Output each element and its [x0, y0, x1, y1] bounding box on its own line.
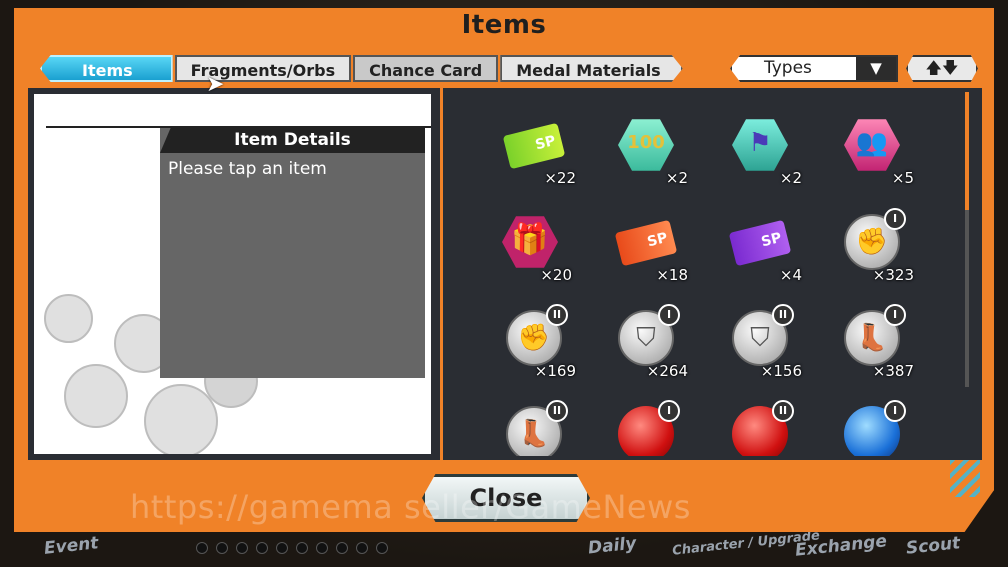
- item-count: ×387: [872, 362, 914, 380]
- item-slot[interactable]: ⛉ II ×156: [722, 300, 802, 380]
- item-count: ×18: [656, 266, 688, 284]
- sp-ticket-purple-icon: SP: [728, 219, 792, 267]
- rank-badge: I: [884, 400, 906, 422]
- item-slot[interactable]: 🎁 ×20: [492, 204, 572, 284]
- chevron-down-icon: ▼: [856, 57, 896, 80]
- mouse-cursor-icon: ➤: [206, 72, 225, 97]
- tab-chance-card[interactable]: Chance Card: [353, 55, 499, 82]
- item-list-scrollbar[interactable]: [965, 92, 969, 387]
- rank-badge: I: [884, 304, 906, 326]
- tab-bar: Items Fragments/Orbs Chance Card Medal M…: [40, 55, 683, 82]
- item-slot[interactable]: SP ×18: [608, 204, 688, 284]
- sort-order-button[interactable]: 🡅🡇: [906, 55, 978, 82]
- item-count: ×323: [872, 266, 914, 284]
- watermark-text: https://gamema seller/GameNews: [130, 488, 691, 526]
- item-count: ×169: [534, 362, 576, 380]
- types-dropdown-label: Types: [764, 58, 812, 78]
- rank-badge: II: [546, 304, 568, 326]
- item-slot[interactable]: ✊ I ×323: [834, 204, 914, 284]
- item-details-placeholder: Please tap an item: [168, 159, 327, 179]
- rank-badge: I: [658, 304, 680, 326]
- hex-badge-people-icon: 👥: [844, 119, 900, 171]
- item-count: ×2: [665, 169, 688, 187]
- rank-badge: II: [772, 304, 794, 326]
- rank-badge: I: [884, 208, 906, 230]
- rank-badge: I: [658, 400, 680, 422]
- tab-medal-materials[interactable]: Medal Materials: [500, 55, 683, 82]
- item-slot[interactable]: ⚑ ×2: [722, 107, 802, 187]
- item-count: ×264: [646, 362, 688, 380]
- sp-ticket-red-icon: SP: [614, 219, 678, 267]
- hex-badge-flag-icon: ⚑: [732, 119, 788, 171]
- gift-box-icon: 🎁: [502, 216, 558, 268]
- window-title: Items: [461, 10, 547, 40]
- item-count: ×20: [540, 266, 572, 284]
- item-slot[interactable]: I: [834, 396, 914, 456]
- item-count: ×5: [891, 169, 914, 187]
- item-slot[interactable]: SP ×22: [496, 107, 576, 187]
- types-dropdown[interactable]: Types ▼: [730, 55, 898, 82]
- panel-divider: [440, 88, 443, 460]
- page-indicator-dots: [196, 542, 388, 554]
- item-slot[interactable]: I: [608, 396, 688, 456]
- tab-items[interactable]: Items: [40, 55, 173, 82]
- item-slot[interactable]: 👢 I ×387: [834, 300, 914, 380]
- item-details-panel: Item Details Please tap an item: [160, 128, 425, 378]
- item-count: ×22: [544, 169, 576, 187]
- item-slot[interactable]: SP ×4: [722, 204, 802, 284]
- item-slot[interactable]: II: [722, 396, 802, 456]
- rank-badge: II: [772, 400, 794, 422]
- item-slot[interactable]: 100 ×2: [608, 107, 688, 187]
- item-slot[interactable]: 👢 II: [496, 396, 576, 456]
- tab-fragments-orbs[interactable]: Fragments/Orbs: [174, 55, 352, 82]
- sort-arrows-icon: 🡅🡇: [925, 58, 959, 77]
- item-count: ×4: [779, 266, 802, 284]
- sp-ticket-green-icon: SP: [502, 122, 566, 170]
- item-details-header: Item Details: [160, 128, 425, 153]
- hex-badge-100-icon: 100: [618, 119, 674, 171]
- item-count: ×156: [760, 362, 802, 380]
- item-slot[interactable]: ⛉ I ×264: [608, 300, 688, 380]
- scrollbar-thumb[interactable]: [965, 92, 969, 210]
- item-count: ×2: [779, 169, 802, 187]
- item-slot[interactable]: 👥 ×5: [834, 107, 914, 187]
- item-slot[interactable]: ✊ II ×169: [496, 300, 576, 380]
- rank-badge: II: [546, 400, 568, 422]
